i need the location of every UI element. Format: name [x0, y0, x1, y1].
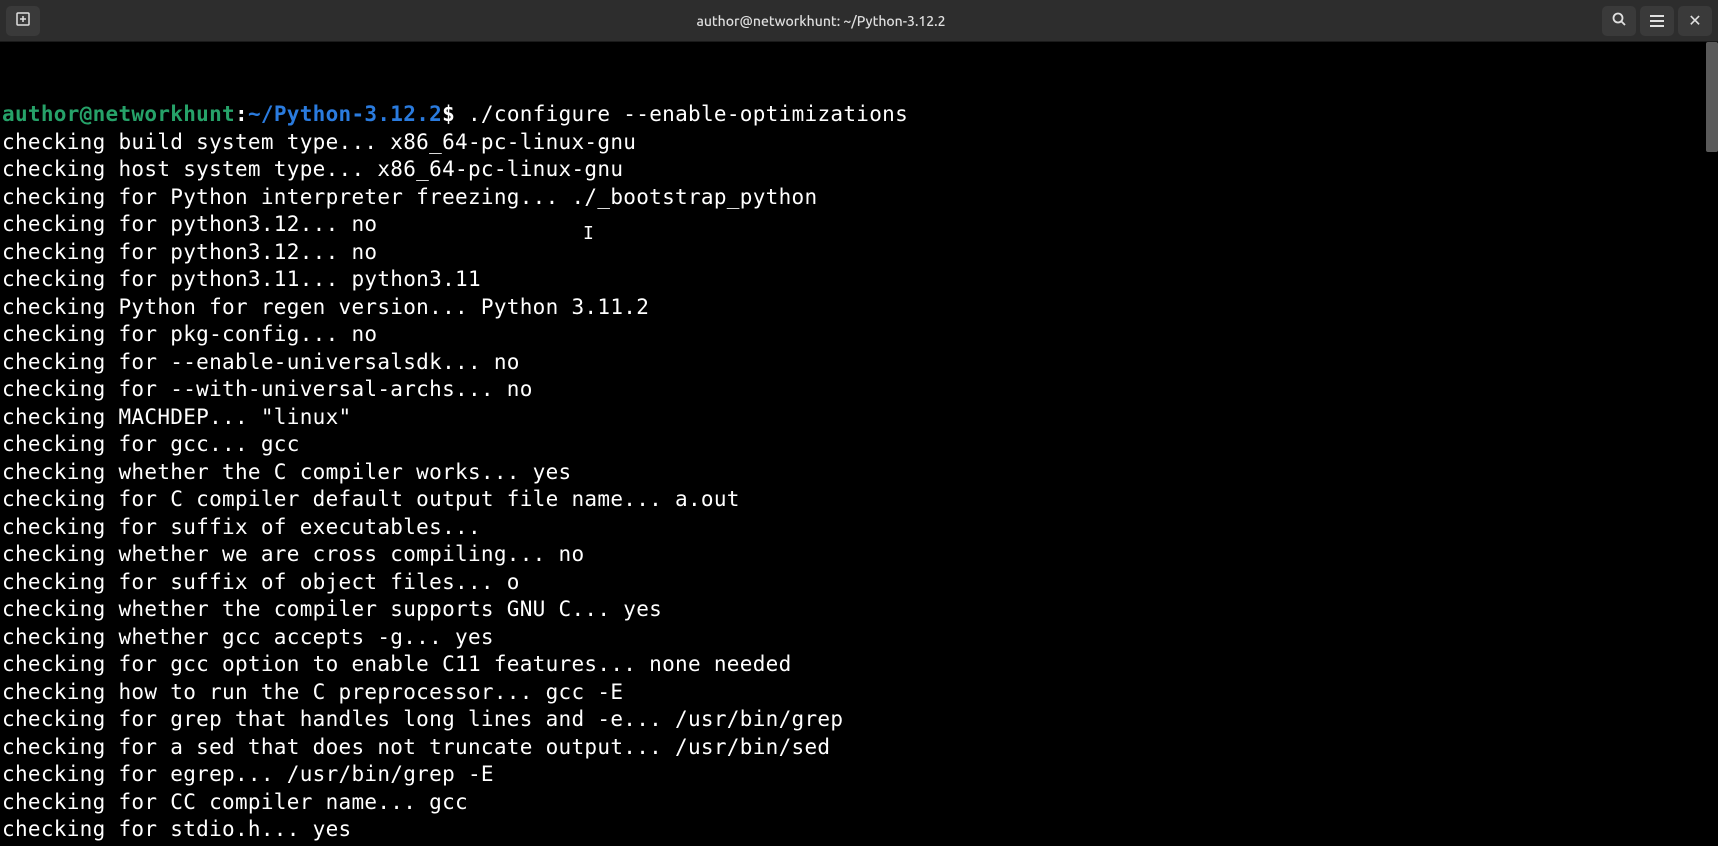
output-line: checking for a sed that does not truncat…	[2, 734, 1716, 762]
prompt-path: ~/Python-3.12.2	[248, 102, 442, 126]
terminal-content[interactable]: author@networkhunt:~/Python-3.12.2$ ./co…	[0, 42, 1718, 846]
output-line: checking for python3.12... no	[2, 211, 1716, 239]
output-line: checking for suffix of object files... o	[2, 569, 1716, 597]
output-line: checking build system type... x86_64-pc-…	[2, 129, 1716, 157]
prompt-dollar: $	[442, 102, 455, 126]
output-line: checking for suffix of executables...	[2, 514, 1716, 542]
output-line: checking for gcc... gcc	[2, 431, 1716, 459]
output-line: checking for python3.11... python3.11	[2, 266, 1716, 294]
close-icon: ✕	[1688, 11, 1701, 31]
prompt-command: ./configure --enable-optimizations	[455, 102, 908, 126]
scrollbar-thumb[interactable]	[1706, 42, 1718, 152]
output-line: checking for pkg-config... no	[2, 321, 1716, 349]
search-icon	[1611, 11, 1627, 30]
new-tab-button[interactable]	[6, 6, 40, 36]
output-line: checking for gcc option to enable C11 fe…	[2, 651, 1716, 679]
output-line: checking whether the C compiler works...…	[2, 459, 1716, 487]
window-title: author@networkhunt: ~/Python-3.12.2	[40, 13, 1602, 29]
output-line: checking whether we are cross compiling.…	[2, 541, 1716, 569]
hamburger-icon	[1650, 15, 1664, 27]
output-line: checking for CC compiler name... gcc	[2, 789, 1716, 817]
output-line: checking for --with-universal-archs... n…	[2, 376, 1716, 404]
output-line: checking host system type... x86_64-pc-l…	[2, 156, 1716, 184]
output-line: checking for C compiler default output f…	[2, 486, 1716, 514]
text-cursor-icon: I	[583, 220, 594, 248]
output-line: checking how to run the C preprocessor..…	[2, 679, 1716, 707]
titlebar-left	[6, 6, 40, 36]
output-line: checking whether the compiler supports G…	[2, 596, 1716, 624]
titlebar-right: ✕	[1602, 6, 1712, 36]
new-tab-icon	[15, 11, 31, 30]
output-line: checking whether gcc accepts -g... yes	[2, 624, 1716, 652]
output-line: checking Python for regen version... Pyt…	[2, 294, 1716, 322]
output-line: checking for Python interpreter freezing…	[2, 184, 1716, 212]
menu-button[interactable]	[1640, 6, 1674, 36]
output-line: checking for --enable-universalsdk... no	[2, 349, 1716, 377]
output-line: checking for python3.12... no	[2, 239, 1716, 267]
output-line: checking MACHDEP... "linux"	[2, 404, 1716, 432]
prompt-line: author@networkhunt:~/Python-3.12.2$ ./co…	[2, 101, 1716, 129]
close-button[interactable]: ✕	[1678, 6, 1712, 36]
prompt-user-host: author@networkhunt	[2, 102, 235, 126]
output-line: checking for egrep... /usr/bin/grep -E	[2, 761, 1716, 789]
prompt-colon: :	[235, 102, 248, 126]
window-titlebar: author@networkhunt: ~/Python-3.12.2 ✕	[0, 0, 1718, 42]
search-button[interactable]	[1602, 6, 1636, 36]
output-line: checking for stdio.h... yes	[2, 816, 1716, 844]
output-line: checking for grep that handles long line…	[2, 706, 1716, 734]
